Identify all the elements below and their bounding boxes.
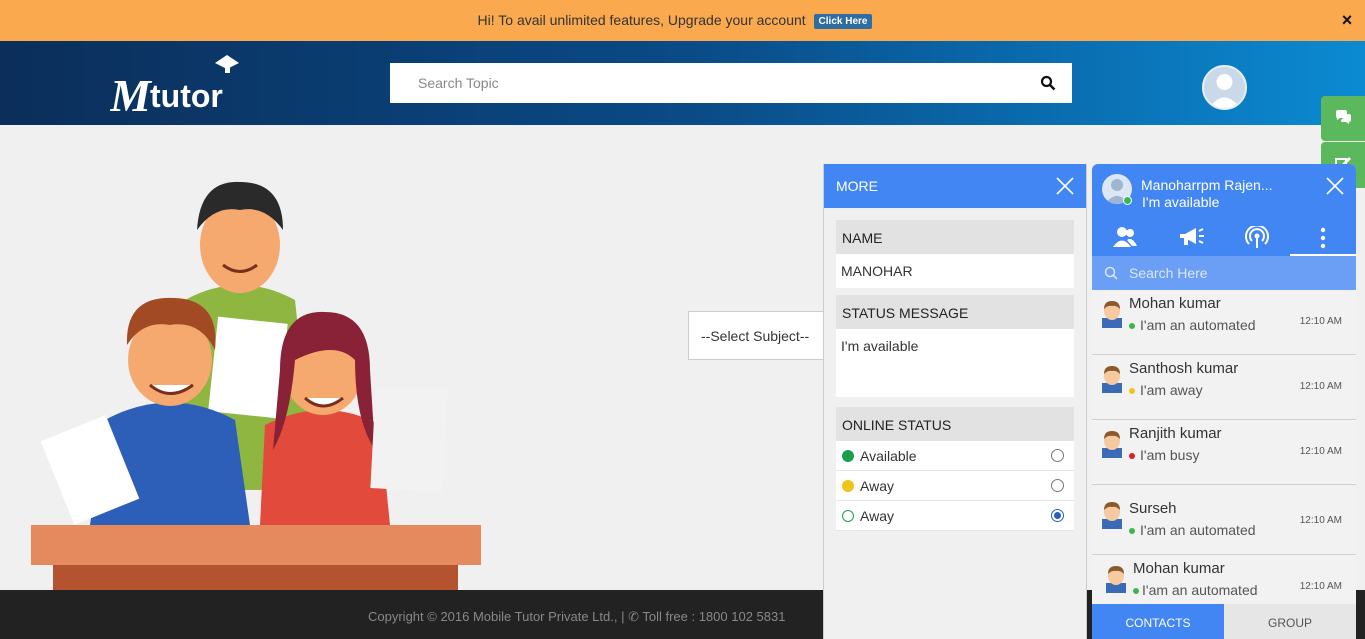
profile-avatar[interactable] [1202, 65, 1247, 110]
upgrade-banner-text: Hi! To avail unlimited features, Upgrade… [477, 12, 806, 28]
contact-message: I'am an automated [1140, 522, 1256, 538]
status-message-label: STATUS MESSAGE [836, 295, 1074, 329]
contact-item[interactable]: Ranjith kumar I'am busy 12:10 AM [1092, 420, 1356, 485]
logo-m: M [110, 70, 153, 119]
chat-bottom-tabs: CONTACTS GROUP [1092, 604, 1356, 639]
away-radio[interactable] [1051, 479, 1064, 492]
contact-item[interactable]: Mohan kumar I'am an automated 12:10 AM [1092, 555, 1356, 611]
status-message-field[interactable]: I'm available [836, 329, 1074, 397]
contact-name: Santhosh kumar [1129, 360, 1239, 377]
contact-avatar-icon [1102, 502, 1122, 529]
tab-broadcast[interactable] [1158, 220, 1224, 256]
chat-user-status: I'm available [1142, 194, 1220, 210]
user-icon [1209, 74, 1240, 108]
away-dot-icon [842, 480, 854, 492]
contact-avatar-icon [1106, 566, 1126, 593]
hollow-dot-icon [842, 510, 854, 522]
header: M tutor [0, 41, 1365, 125]
status-dot-icon [1129, 528, 1135, 534]
more-panel-title: MORE [836, 178, 878, 194]
megaphone-icon [1180, 228, 1204, 245]
contact-name: Mohan kumar [1133, 560, 1225, 577]
contact-item[interactable]: Santhosh kumar I'am away 12:10 AM [1092, 355, 1356, 420]
bottom-tab-contacts[interactable]: CONTACTS [1092, 604, 1224, 639]
select-subject-dropdown[interactable]: --Select Subject-- [688, 311, 828, 360]
chat-user-name: Manoharrpm Rajen... [1141, 177, 1273, 193]
contact-avatar-icon [1102, 431, 1122, 458]
status-option-away[interactable]: Away [836, 471, 1074, 501]
contact-time: 12:10 AM [1299, 316, 1342, 327]
contact-avatar-icon [1102, 301, 1122, 328]
status-option-label: Available [860, 448, 917, 464]
more-close-icon[interactable] [1056, 177, 1074, 195]
banner-close-icon[interactable]: × [1339, 11, 1355, 29]
contact-avatar-icon [1102, 366, 1122, 393]
logo-tutor: tutor [150, 78, 223, 114]
contact-name: Ranjith kumar [1129, 425, 1222, 442]
name-label: NAME [836, 220, 1074, 254]
contact-time: 12:10 AM [1299, 515, 1342, 526]
chat-tabs [1092, 220, 1356, 256]
contact-name: Surseh [1129, 500, 1177, 517]
upgrade-banner: Hi! To avail unlimited features, Upgrade… [0, 0, 1365, 41]
contact-time: 12:10 AM [1299, 381, 1342, 392]
available-radio[interactable] [1051, 449, 1064, 462]
upgrade-banner-text-wrap: Hi! To avail unlimited features, Upgrade… [0, 12, 1350, 29]
chat-search-input[interactable] [1092, 256, 1332, 290]
tab-contacts[interactable] [1092, 220, 1158, 256]
status-option-away-hollow[interactable]: Away [836, 501, 1074, 531]
status-option-label: Away [860, 508, 894, 524]
status-option-label: Away [860, 478, 894, 494]
chat-bubbles-icon [1336, 110, 1351, 124]
users-icon [1113, 227, 1137, 247]
online-dot-icon [1123, 196, 1132, 205]
more-panel: MORE NAME MANOHAR STATUS MESSAGE I'm ava… [823, 164, 1087, 639]
status-option-available[interactable]: Available [836, 441, 1074, 471]
chat-header: Manoharrpm Rajen... I'm available [1092, 164, 1356, 256]
online-status-label: ONLINE STATUS [836, 407, 1074, 441]
contact-message: I'am away [1140, 382, 1203, 398]
available-dot-icon [842, 450, 854, 462]
more-vertical-icon [1320, 227, 1326, 249]
podcast-icon [1245, 226, 1269, 248]
students-illustration [31, 181, 481, 590]
contact-message: I'am an automated [1140, 317, 1256, 333]
more-panel-header: MORE [824, 164, 1086, 208]
search-bar [390, 63, 1072, 103]
search-topic-input[interactable] [390, 63, 1010, 103]
contact-name: Mohan kumar [1129, 295, 1221, 312]
contact-message: I'am busy [1140, 447, 1200, 463]
search-icon[interactable] [1040, 75, 1056, 91]
mtutor-logo[interactable]: M tutor [110, 49, 250, 119]
away-hollow-radio[interactable] [1051, 509, 1064, 522]
status-dot-icon [1129, 388, 1135, 394]
chat-search-bar [1092, 256, 1356, 290]
contact-message: I'am an automated [1142, 582, 1258, 598]
chat-panel: Manoharrpm Rajen... I'm available Search… [1092, 164, 1356, 639]
contact-time: 12:10 AM [1299, 446, 1342, 457]
bottom-tab-group[interactable]: GROUP [1224, 604, 1356, 639]
side-chat-tab[interactable] [1321, 96, 1365, 141]
contact-item[interactable]: Mohan kumar I'am an automated 12:10 AM [1092, 290, 1356, 355]
status-dot-icon [1129, 323, 1135, 329]
chat-close-icon[interactable] [1326, 177, 1344, 195]
status-dot-icon [1129, 453, 1135, 459]
status-dot-icon [1133, 588, 1139, 594]
name-field[interactable]: MANOHAR [836, 254, 1074, 288]
tab-podcast[interactable] [1224, 220, 1290, 256]
search-icon [1104, 266, 1118, 280]
contact-time: 12:10 AM [1299, 581, 1342, 592]
tab-more[interactable] [1290, 220, 1356, 256]
footer-copyright: Copyright © 2016 Mobile Tutor Private Lt… [368, 609, 786, 624]
contact-item[interactable]: Surseh I'am an automated 12:10 AM [1092, 485, 1356, 555]
click-here-button[interactable]: Click Here [813, 14, 873, 29]
